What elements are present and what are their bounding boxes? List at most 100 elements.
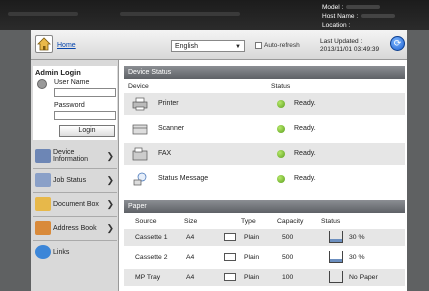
admin-login-title: Admin Login <box>35 68 81 77</box>
device-name: Status Message <box>158 175 209 182</box>
chevron-right-icon: ❯ <box>106 198 114 209</box>
paper-level-fill <box>330 238 342 242</box>
model-label: Model : <box>322 4 344 11</box>
paper-status: No Paper <box>349 274 378 281</box>
paper-capacity: 100 <box>282 274 294 281</box>
sidebar-item-document-box[interactable]: Document Box ❯ <box>33 194 117 214</box>
divider <box>33 216 117 217</box>
links-icon <box>35 245 51 259</box>
last-updated: Last Updated : 2013/11/01 03:49:39 <box>320 38 379 54</box>
home-icon[interactable] <box>35 35 53 53</box>
device-row-status-message[interactable]: Status Message Ready. <box>124 168 405 190</box>
device-name: FAX <box>158 150 172 157</box>
sidebar-item-label: Address Book <box>53 224 97 232</box>
paper-header: Paper <box>124 200 405 213</box>
paper-type: Plain <box>244 234 260 241</box>
chevron-down-icon: ▼ <box>235 44 241 50</box>
paper-level-gauge <box>329 231 343 243</box>
sidebar-item-job-status[interactable]: Job Status ❯ <box>33 170 117 190</box>
language-select[interactable]: English ▼ <box>171 40 245 52</box>
device-name: Printer <box>158 100 179 107</box>
device-row-printer[interactable]: Printer Ready. <box>124 93 405 115</box>
paper-capacity: 500 <box>282 254 294 261</box>
language-value: English <box>175 43 198 50</box>
device-status: Ready. <box>294 100 316 107</box>
paper-source: Cassette 1 <box>135 234 168 241</box>
device-status: Ready. <box>294 175 316 182</box>
paper-size: A4 <box>186 274 195 281</box>
scanner-icon <box>132 124 148 135</box>
paper-level-gauge <box>329 271 343 283</box>
divider <box>33 192 117 193</box>
paper-status-column-header: Status <box>321 218 341 225</box>
chevron-right-icon: ❯ <box>106 174 114 185</box>
divider <box>33 168 117 169</box>
password-input[interactable] <box>54 111 116 120</box>
device-row-fax[interactable]: FAX Ready. <box>124 143 405 165</box>
paper-size: A4 <box>186 234 195 241</box>
auto-refresh-checkbox[interactable] <box>255 42 262 49</box>
document-box-icon <box>35 197 51 211</box>
device-name: Scanner <box>158 125 185 132</box>
paper-capacity: 500 <box>282 234 294 241</box>
device-status: Ready. <box>294 150 316 157</box>
sidebar-item-links[interactable]: Links <box>33 242 117 262</box>
ready-status-icon <box>277 150 285 158</box>
sidebar-item-device-information[interactable]: Device Information ❯ <box>33 146 117 166</box>
paper-type-icon <box>224 273 236 281</box>
last-updated-label: Last Updated : <box>320 38 363 45</box>
ready-status-icon <box>277 125 285 133</box>
app-window: Home English ▼ Auto-refresh Last Updated… <box>31 30 407 291</box>
capacity-column-header: Capacity <box>277 218 304 225</box>
admin-login-panel: Admin Login User Name Password Login <box>33 66 117 140</box>
printer-icon <box>132 97 148 111</box>
printer-top-band: Model : Host Name : Location : <box>0 0 429 30</box>
home-link[interactable]: Home <box>57 42 76 49</box>
refresh-button[interactable]: ⟳ <box>390 36 405 51</box>
last-updated-value: 2013/11/01 03:49:39 <box>320 46 380 53</box>
sidebar-item-label: Device Information <box>53 149 89 163</box>
device-row-scanner[interactable]: Scanner Ready. <box>124 118 405 140</box>
login-button[interactable]: Login <box>59 125 115 137</box>
sidebar-item-label: Job Status <box>53 176 87 184</box>
size-column-header: Size <box>184 218 198 225</box>
password-label: Password <box>54 102 85 109</box>
paper-row-cassette-1: Cassette 1 A4 Plain 500 30 % <box>124 229 405 246</box>
sidebar-item-label: Document Box <box>53 200 99 208</box>
device-info-icon <box>35 149 51 163</box>
header-bar: Home English ▼ Auto-refresh Last Updated… <box>31 30 407 60</box>
user-name-label: User Name <box>54 79 90 86</box>
paper-type: Plain <box>244 254 260 261</box>
location-label: Location : <box>322 22 351 29</box>
paper-type-icon <box>224 233 236 241</box>
user-icon <box>37 79 47 89</box>
model-info: Model : Host Name : Location : <box>322 3 396 30</box>
sidebar: Admin Login User Name Password Login Dev… <box>31 60 119 291</box>
paper-status: 30 % <box>349 254 365 261</box>
auto-refresh-toggle[interactable]: Auto-refresh <box>255 42 300 49</box>
auto-refresh-label: Auto-refresh <box>264 42 300 49</box>
device-column-header: Device <box>128 83 149 90</box>
chevron-right-icon: ❯ <box>106 150 114 161</box>
address-book-icon <box>35 221 51 235</box>
source-column-header: Source <box>135 218 157 225</box>
paper-row-mp-tray: MP Tray A4 Plain 100 No Paper <box>124 269 405 286</box>
user-name-input[interactable] <box>54 88 116 97</box>
device-status: Ready. <box>294 125 316 132</box>
ready-status-icon <box>277 100 285 108</box>
type-column-header: Type <box>241 218 256 225</box>
chevron-right-icon: ❯ <box>106 222 114 233</box>
sidebar-item-address-book[interactable]: Address Book ❯ <box>33 218 117 238</box>
blurred-text <box>8 12 78 16</box>
paper-row-cassette-2: Cassette 2 A4 Plain 500 30 % <box>124 249 405 266</box>
paper-size: A4 <box>186 254 195 261</box>
sidebar-item-label: Links <box>53 248 70 256</box>
paper-type: Plain <box>244 274 260 281</box>
blurred-text <box>120 12 240 16</box>
device-status-header: Device Status <box>124 66 405 79</box>
paper-source: Cassette 2 <box>135 254 168 261</box>
status-message-icon <box>133 172 147 186</box>
status-column-header: Status <box>271 83 291 90</box>
divider <box>33 240 117 241</box>
paper-level-fill <box>330 258 342 262</box>
